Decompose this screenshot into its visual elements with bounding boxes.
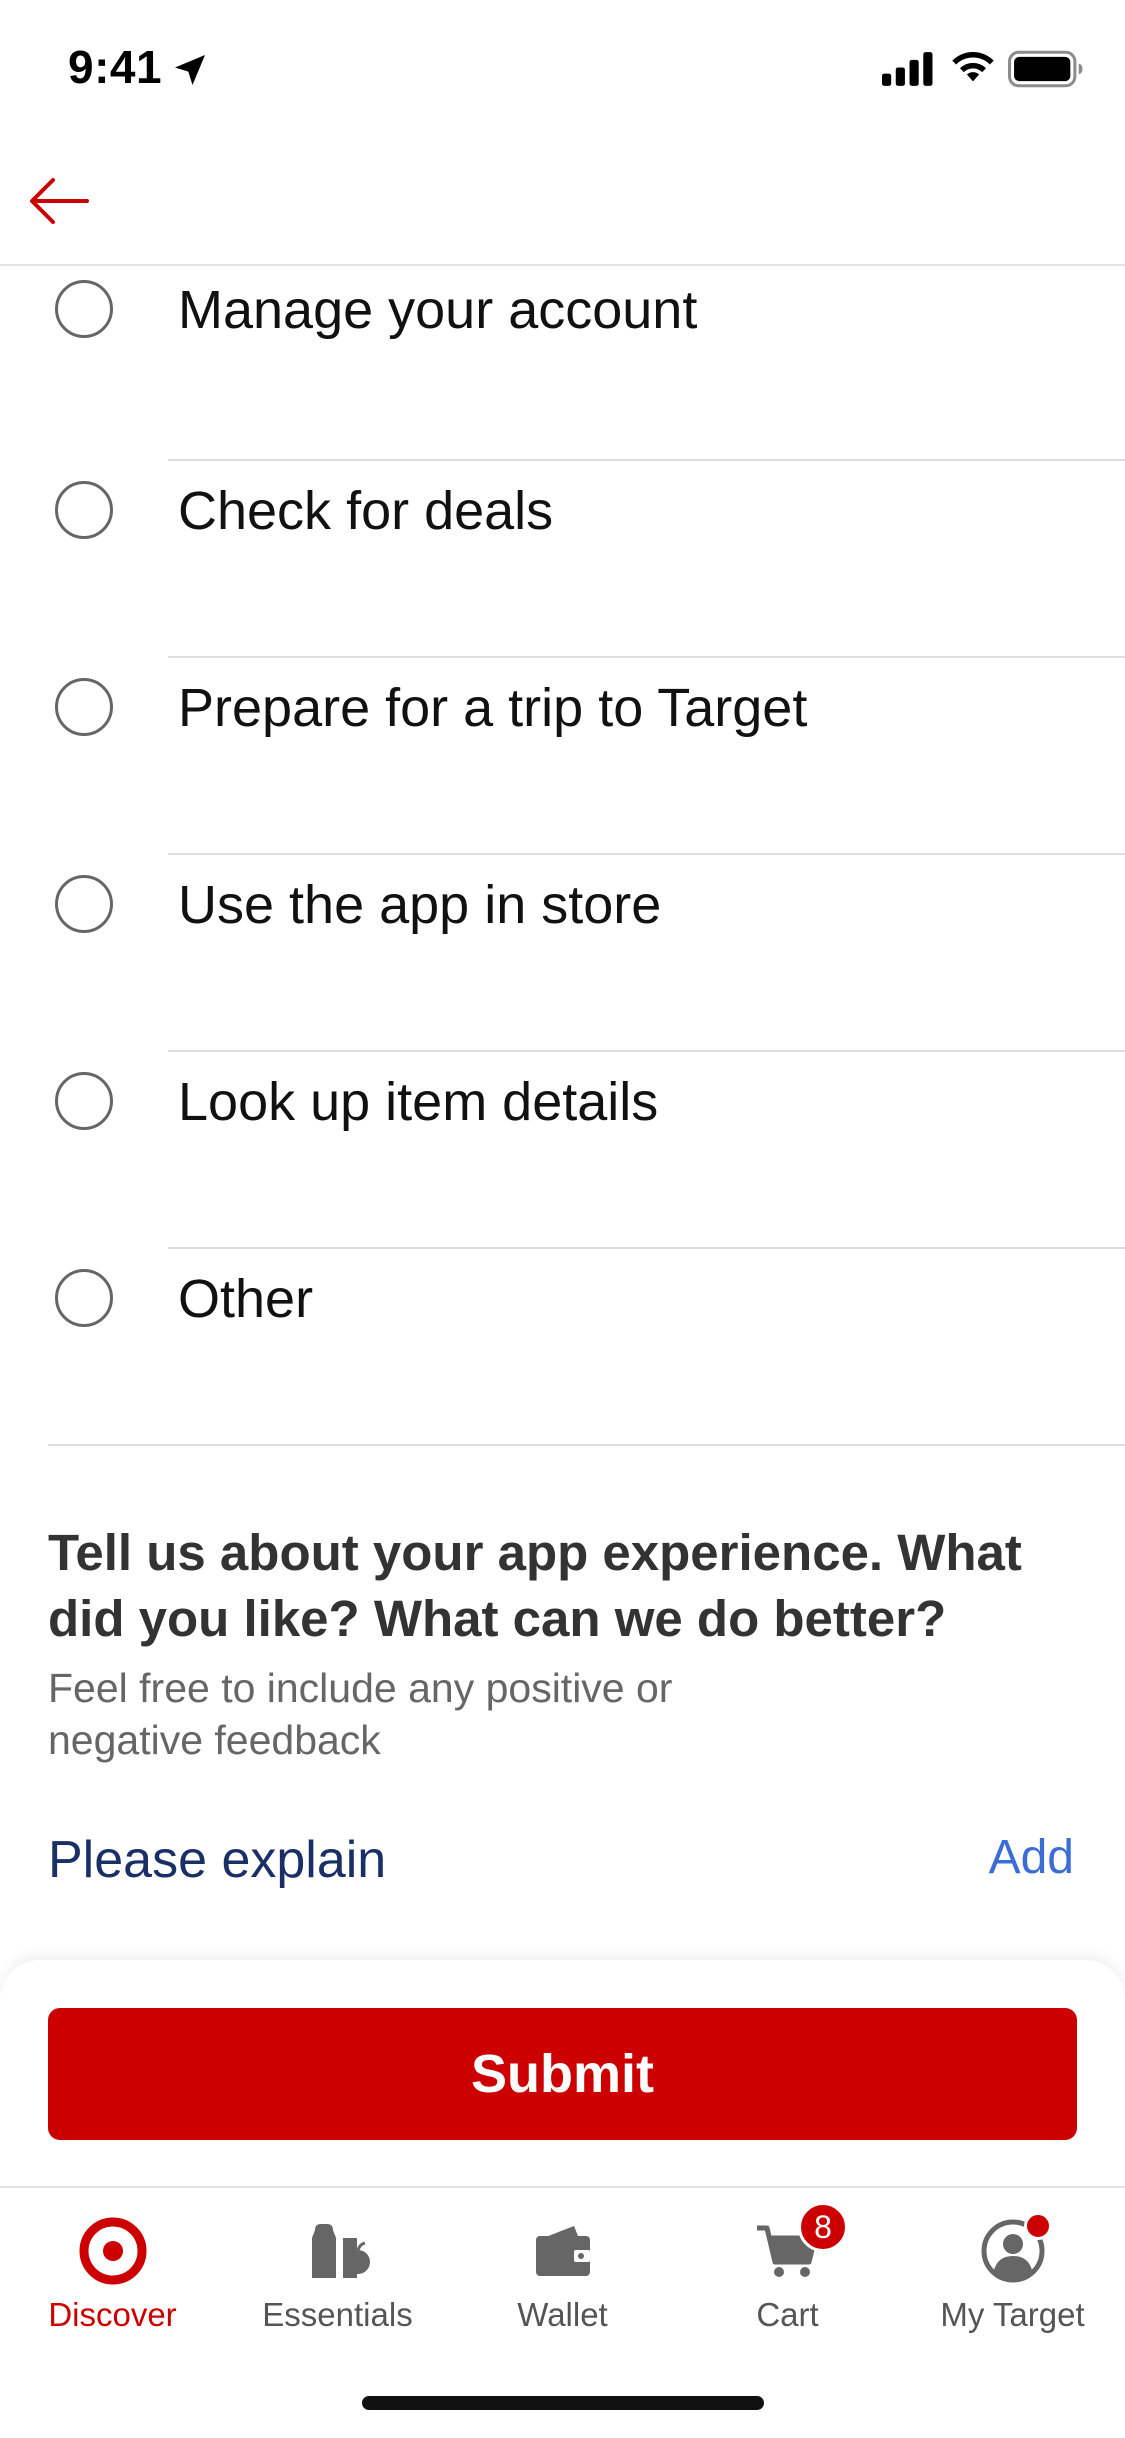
option-other[interactable]: Other bbox=[0, 1249, 1125, 1446]
option-use-app-in-store[interactable]: Use the app in store bbox=[0, 855, 1125, 1052]
submit-sheet: Submit bbox=[0, 1960, 1125, 2188]
arrow-left-icon bbox=[30, 178, 89, 224]
option-prepare-trip[interactable]: Prepare for a trip to Target bbox=[0, 658, 1125, 855]
notification-dot bbox=[1024, 2212, 1052, 2240]
radio-button[interactable] bbox=[55, 280, 113, 338]
radio-button[interactable] bbox=[55, 875, 113, 933]
option-label: Prepare for a trip to Target bbox=[178, 678, 808, 738]
cellular-signal-icon bbox=[882, 52, 933, 86]
tab-wallet[interactable]: Wallet bbox=[450, 2188, 675, 2358]
wifi-icon bbox=[952, 52, 994, 82]
tab-label: My Target bbox=[940, 2296, 1085, 2333]
tab-my-target[interactable]: My Target bbox=[900, 2188, 1125, 2358]
options-list: Manage your account Check for deals Prep… bbox=[0, 264, 1125, 1446]
tab-label: Discover bbox=[48, 2296, 177, 2333]
essentials-icon bbox=[311, 2224, 370, 2278]
target-logo-icon bbox=[79, 2217, 146, 2285]
radio-button[interactable] bbox=[55, 678, 113, 736]
option-label: Other bbox=[178, 1269, 314, 1329]
cart-count-badge: 8 bbox=[798, 2202, 848, 2252]
home-indicator bbox=[362, 2396, 764, 2410]
tab-label: Essentials bbox=[262, 2296, 413, 2333]
tab-cart[interactable]: Cart bbox=[675, 2188, 900, 2358]
divider bbox=[48, 1444, 1125, 1446]
tab-discover[interactable]: Discover bbox=[0, 2188, 225, 2358]
back-button[interactable] bbox=[24, 166, 94, 236]
explain-label: Please explain bbox=[48, 1831, 387, 1889]
option-label: Use the app in store bbox=[178, 875, 662, 935]
tab-label: Cart bbox=[756, 2296, 819, 2333]
explain-field[interactable]: Please explain Add bbox=[48, 1830, 1078, 1896]
wallet-icon bbox=[535, 2226, 590, 2276]
header bbox=[0, 140, 1125, 266]
battery-icon bbox=[1008, 50, 1083, 88]
status-time: 9:41 bbox=[68, 41, 163, 93]
submit-button[interactable]: Submit bbox=[48, 2008, 1077, 2140]
feedback-title: Tell us about your app experience. What … bbox=[48, 1524, 1022, 1647]
option-check-deals[interactable]: Check for deals bbox=[0, 461, 1125, 658]
option-look-up-item[interactable]: Look up item details bbox=[0, 1052, 1125, 1249]
option-manage-account[interactable]: Manage your account bbox=[0, 264, 1125, 461]
tab-label: Wallet bbox=[517, 2296, 608, 2333]
feedback-subtitle: Feel free to include any positive or neg… bbox=[48, 1665, 673, 1763]
radio-button[interactable] bbox=[55, 481, 113, 539]
add-link[interactable]: Add bbox=[989, 1830, 1074, 1885]
tab-essentials[interactable]: Essentials bbox=[225, 2188, 450, 2358]
radio-button[interactable] bbox=[55, 1072, 113, 1130]
option-label: Check for deals bbox=[178, 481, 554, 541]
option-label: Manage your account bbox=[178, 280, 698, 340]
status-bar: 9:41 bbox=[0, 0, 1125, 140]
radio-button[interactable] bbox=[55, 1269, 113, 1327]
option-label: Look up item details bbox=[178, 1072, 659, 1132]
location-arrow-icon bbox=[175, 55, 205, 85]
feedback-section: Tell us about your app experience. What … bbox=[48, 1520, 1088, 1766]
